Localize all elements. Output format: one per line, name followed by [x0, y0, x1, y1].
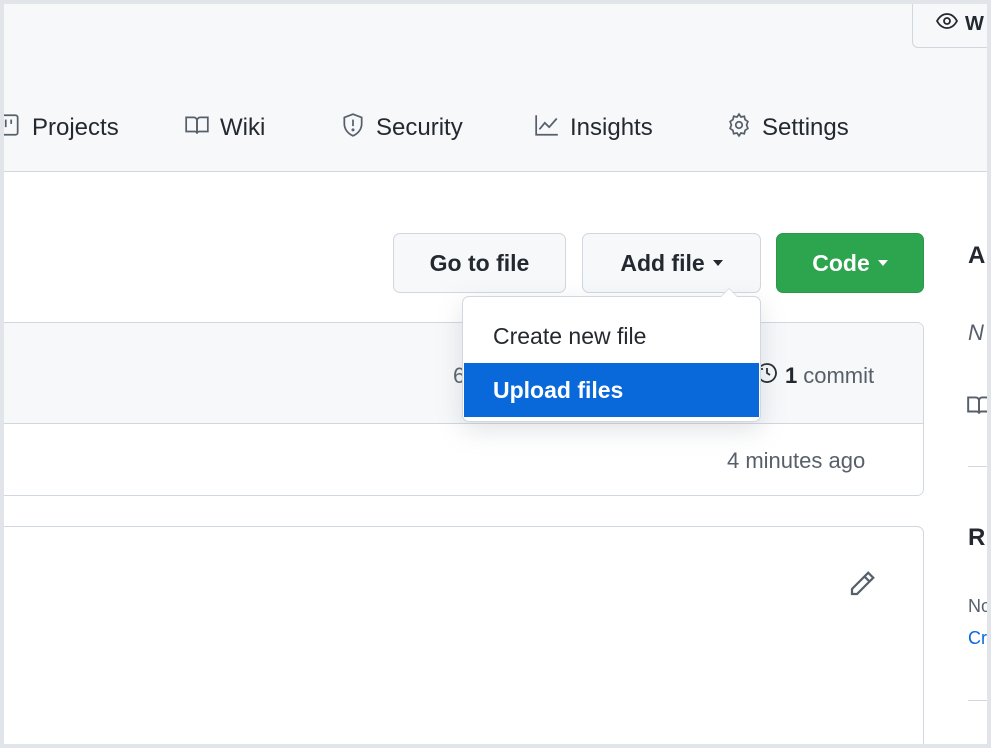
sidebar-divider [968, 466, 987, 467]
releases-heading: R [968, 524, 986, 551]
add-file-button[interactable]: Add file [582, 233, 761, 293]
about-heading: A [968, 242, 986, 269]
tab-security[interactable]: Security [340, 108, 463, 148]
code-label: Code [812, 249, 870, 276]
tab-security-label: Security [376, 114, 463, 141]
tab-insights[interactable]: Insights [534, 108, 653, 148]
watch-label: W [965, 12, 984, 35]
watch-button[interactable]: W [912, 4, 987, 48]
no-releases-text: No [968, 596, 987, 616]
create-release-link[interactable]: Cr [968, 628, 987, 649]
go-to-file-label: Go to file [429, 249, 530, 276]
graph-icon [534, 112, 560, 145]
tab-wiki[interactable]: Wiki [184, 108, 265, 148]
no-description-text: N [968, 320, 984, 345]
upload-files-label: Upload files [493, 376, 624, 403]
commit-word: commit [803, 363, 875, 388]
file-row: 4 minutes ago [4, 424, 923, 495]
add-file-label: Add file [620, 249, 705, 276]
tab-insights-label: Insights [570, 114, 653, 141]
gear-icon [726, 112, 752, 145]
file-row-time: 4 minutes ago [727, 448, 866, 473]
tab-settings[interactable]: Settings [726, 108, 849, 148]
sidebar-divider [968, 700, 987, 701]
repo-header: W Projects Wiki Security Insights Settin… [4, 4, 987, 172]
add-file-menu: Create new file Upload files [462, 288, 761, 422]
browser-viewport: W Projects Wiki Security Insights Settin… [4, 4, 987, 744]
go-to-file-button[interactable]: Go to file [393, 233, 566, 293]
book-icon [184, 112, 210, 145]
tab-projects-label: Projects [32, 114, 119, 141]
caret-down-icon [712, 260, 723, 266]
eye-icon [935, 9, 959, 39]
caret-down-icon [877, 260, 888, 266]
commit-count: 1 [785, 363, 798, 388]
tab-wiki-label: Wiki [220, 114, 266, 141]
commit-history-link[interactable]: 1 commit [755, 361, 874, 391]
project-icon [4, 112, 22, 145]
tab-settings-label: Settings [762, 114, 849, 141]
code-button[interactable]: Code [776, 233, 924, 293]
create-new-file-label: Create new file [493, 322, 647, 349]
create-new-file-item[interactable]: Create new file [464, 309, 759, 363]
pencil-icon[interactable] [847, 569, 877, 604]
repo-nav: Projects Wiki Security Insights Settings [4, 108, 987, 148]
tab-projects[interactable]: Projects [4, 108, 119, 148]
shield-icon [340, 112, 366, 145]
upload-files-item[interactable]: Upload files [464, 363, 759, 417]
readme-box [4, 526, 924, 744]
book-icon [966, 392, 987, 423]
